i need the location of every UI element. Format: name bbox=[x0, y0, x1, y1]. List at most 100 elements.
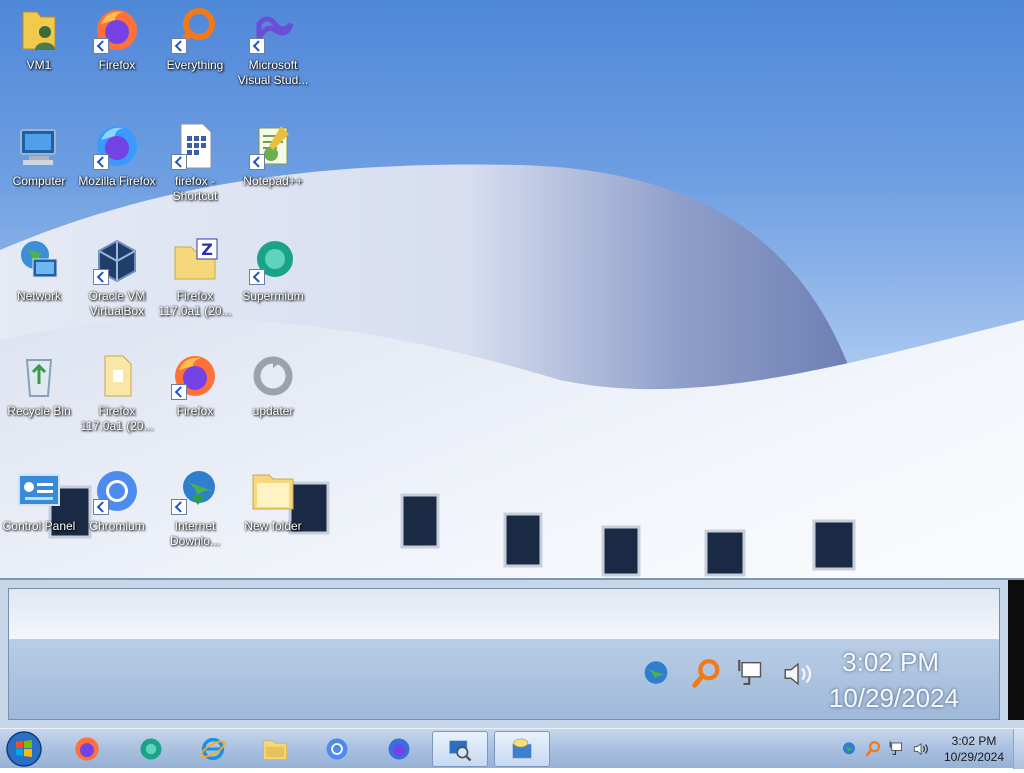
magnifier-edge bbox=[1008, 580, 1024, 720]
shortcut-arrow-icon bbox=[249, 154, 265, 170]
visual-studio-icon bbox=[249, 6, 297, 54]
desktop-icon-label: Control Panel bbox=[2, 519, 76, 533]
desktop-icon-notepadpp[interactable]: Notepad++ bbox=[234, 122, 312, 189]
taskbar-firefox-nightly[interactable] bbox=[372, 731, 428, 767]
shortcut-arrow-icon bbox=[171, 499, 187, 515]
everything-search-icon bbox=[171, 6, 219, 54]
desktop-icon-label: firefox - Shortcut bbox=[172, 174, 218, 203]
desktop-icon-label: Everything bbox=[166, 58, 224, 72]
desktop-icon-label: VM1 bbox=[26, 58, 52, 72]
show-desktop-button[interactable] bbox=[1013, 729, 1024, 769]
desktop-icon-everything[interactable]: Everything bbox=[156, 6, 234, 73]
desktop-icon-label: Chromium bbox=[89, 519, 145, 533]
network-tray-icon bbox=[738, 659, 762, 685]
taskbar-firefox[interactable] bbox=[60, 731, 116, 767]
everything-tray-icon[interactable] bbox=[864, 740, 882, 758]
magnifier-icon bbox=[449, 740, 472, 762]
desktop-icon-label: Computer bbox=[12, 174, 66, 188]
desktop-icon-mozilla-firefox[interactable]: Mozilla Firefox bbox=[78, 122, 156, 189]
magnified-clock-time: 3:02 PM bbox=[842, 647, 939, 677]
shortcut-arrow-icon bbox=[93, 154, 109, 170]
user-folder-icon bbox=[15, 6, 63, 54]
magnifier-window[interactable]: 3:02 PM 10/29/2024 bbox=[0, 578, 1024, 728]
shortcut-arrow-icon bbox=[93, 38, 109, 54]
idm-icon bbox=[171, 467, 219, 515]
desktop-icon-recycle-bin[interactable]: Recycle Bin bbox=[0, 352, 78, 419]
desktop-icon-label: updater bbox=[252, 404, 294, 418]
taskbar-supermium[interactable] bbox=[124, 731, 180, 767]
desktop-icon-computer[interactable]: Computer bbox=[0, 122, 78, 189]
firefox-icon bbox=[75, 737, 99, 761]
volume-icon bbox=[784, 662, 812, 686]
clock-date: 10/29/2024 bbox=[943, 750, 1005, 764]
desktop-icon-label: Internet Downlo... bbox=[169, 519, 221, 548]
shortcut-arrow-icon bbox=[171, 38, 187, 54]
folder-icon bbox=[93, 352, 141, 400]
network-icon bbox=[15, 237, 63, 285]
shortcut-arrow-icon bbox=[171, 154, 187, 170]
desktop-icon-firefox-zip[interactable]: Z Firefox 117.0a1 (20... bbox=[156, 237, 234, 319]
magnified-clock-date: 10/29/2024 bbox=[828, 683, 959, 713]
desktop-icon-label: Notepad++ bbox=[243, 174, 303, 188]
desktop-icon-supermium[interactable]: Supermium bbox=[234, 237, 312, 304]
desktop-icon-label: Network bbox=[16, 289, 61, 303]
desktop-icon-label: Firefox bbox=[98, 58, 136, 72]
windows-start-orb-icon bbox=[6, 731, 42, 767]
taskbar-internet-explorer[interactable] bbox=[186, 731, 242, 767]
zip-folder-icon: Z bbox=[171, 237, 219, 285]
folder-icon bbox=[249, 467, 297, 515]
snipping-tool-icon bbox=[512, 738, 532, 759]
desktop-icon-control-panel[interactable]: Control Panel bbox=[0, 467, 78, 534]
everything-tray-icon bbox=[692, 659, 720, 688]
desktop-icon-label: Supermium bbox=[242, 289, 304, 303]
magnifier-view: 3:02 PM 10/29/2024 bbox=[8, 588, 1000, 720]
internet-explorer-icon bbox=[200, 737, 226, 761]
shortcut-arrow-icon bbox=[93, 269, 109, 285]
shortcut-arrow-icon bbox=[249, 38, 265, 54]
firefox-icon bbox=[93, 122, 141, 170]
file-explorer-icon bbox=[263, 740, 287, 760]
network-tray-icon[interactable] bbox=[888, 740, 906, 758]
computer-icon bbox=[15, 122, 63, 170]
desktop-icon-firefox-shortcut[interactable]: firefox - Shortcut bbox=[156, 122, 234, 204]
taskbar-file-explorer[interactable] bbox=[248, 731, 304, 767]
file-shortcut-icon bbox=[171, 122, 219, 170]
taskbar: 3:02 PM 10/29/2024 bbox=[0, 728, 1024, 769]
desktop-icon-label: Firefox 117.0a1 (20... bbox=[158, 289, 232, 318]
desktop-icon-virtualbox[interactable]: Oracle VM VirtualBox bbox=[78, 237, 156, 319]
firefox-icon bbox=[93, 6, 141, 54]
taskbar-snipping-tool[interactable] bbox=[494, 731, 550, 767]
desktop-icon-network[interactable]: Network bbox=[0, 237, 78, 304]
idm-tray-icon bbox=[644, 661, 668, 684]
supermium-icon bbox=[140, 738, 162, 760]
desktop-icon-label: Recycle Bin bbox=[7, 404, 71, 418]
recycle-bin-icon bbox=[15, 352, 63, 400]
taskbar-clock[interactable]: 3:02 PM 10/29/2024 bbox=[926, 733, 1022, 765]
updater-icon bbox=[249, 352, 297, 400]
desktop-icon-internet-download-manager[interactable]: Internet Downlo... bbox=[156, 467, 234, 549]
control-panel-icon bbox=[15, 467, 63, 515]
desktop-icon-chromium[interactable]: Chromium bbox=[78, 467, 156, 534]
taskbar-chromium[interactable] bbox=[310, 731, 366, 767]
desktop-icon-firefox-2[interactable]: Firefox bbox=[156, 352, 234, 419]
desktop-icon-new-folder[interactable]: New folder bbox=[234, 467, 312, 534]
desktop-icon-vm1[interactable]: VM1 bbox=[0, 6, 78, 73]
desktop-icon-label: Microsoft Visual Stud... bbox=[237, 58, 309, 87]
desktop-icon-updater[interactable]: updater bbox=[234, 352, 312, 419]
virtualbox-icon bbox=[93, 237, 141, 285]
desktop-icon-visual-studio[interactable]: Microsoft Visual Stud... bbox=[234, 6, 312, 88]
desktop-icon-label: Oracle VM VirtualBox bbox=[88, 289, 146, 318]
desktop-icon-firefox[interactable]: Firefox bbox=[78, 6, 156, 73]
desktop-icon-firefox-folder[interactable]: Firefox 117.0a1 (20... bbox=[78, 352, 156, 434]
notepadpp-icon bbox=[249, 122, 297, 170]
idm-tray-icon[interactable] bbox=[840, 740, 858, 758]
taskbar-magnifier[interactable] bbox=[432, 731, 488, 767]
desktop-icon-label: Firefox 117.0a1 (20... bbox=[80, 404, 154, 433]
firefox-nightly-icon bbox=[388, 738, 410, 760]
desktop-icon-label: Firefox bbox=[176, 404, 214, 418]
start-button[interactable] bbox=[4, 730, 44, 768]
svg-text:Z: Z bbox=[201, 240, 213, 259]
shortcut-arrow-icon bbox=[171, 384, 187, 400]
desktop-icon-label: New folder bbox=[244, 519, 302, 533]
chromium-icon bbox=[326, 738, 348, 760]
